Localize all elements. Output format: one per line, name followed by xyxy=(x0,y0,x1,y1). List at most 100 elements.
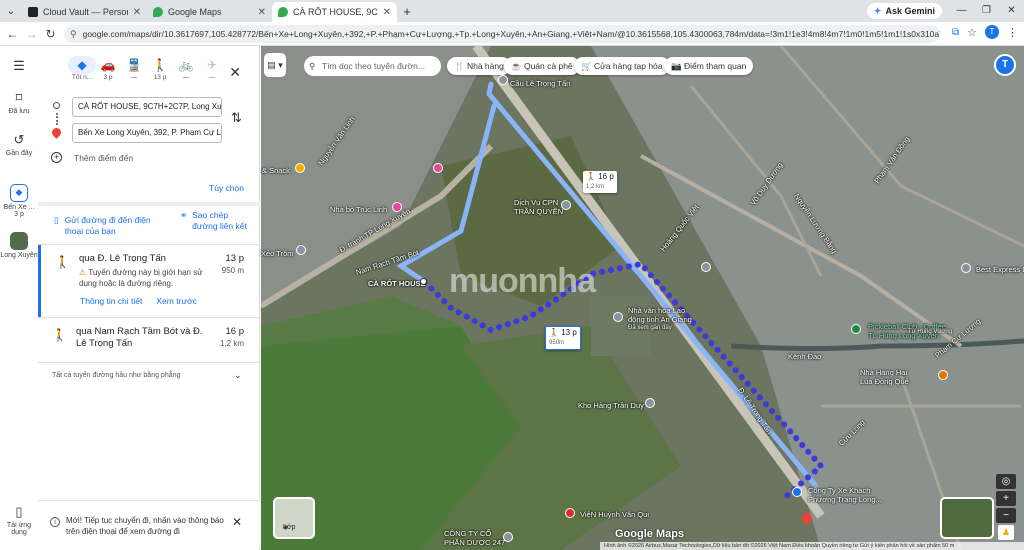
close-window-icon[interactable]: ✕ xyxy=(999,0,1024,22)
poi-marker[interactable] xyxy=(565,508,575,518)
rail-recent-long-xuyen[interactable]: Long Xuyên xyxy=(0,232,38,259)
restore-icon[interactable]: ❐ xyxy=(974,0,999,22)
mode-cycling[interactable]: 🚲 — xyxy=(172,56,200,81)
gemini-icon: ✦ xyxy=(873,5,882,16)
new-tab-icon[interactable]: + xyxy=(397,2,417,22)
tab-carot-house[interactable]: CÀ RỐT HOUSE, 9C7H+2C7P, Lo… ✕ xyxy=(272,2,397,22)
poi-marker[interactable] xyxy=(561,200,571,210)
pegman-icon[interactable]: ♟ xyxy=(998,525,1014,540)
map-label: Công Ty Xe Khách Phương Trang Long... xyxy=(808,486,882,504)
map-canvas[interactable]: muonnha xyxy=(261,46,1024,550)
rail-get-app[interactable]: ▯ Tải ứng dụng xyxy=(0,504,38,536)
route-label-alt[interactable]: 🚶 16 p 1,2 km xyxy=(583,171,617,193)
route-time: 13 p xyxy=(225,253,245,264)
tab-search-chevron-icon[interactable]: ⌄ xyxy=(0,0,22,22)
close-directions-icon[interactable]: ✕ xyxy=(229,64,241,81)
map-label: Dịch Vụ CPN TRẦN QUYỀN xyxy=(514,198,564,216)
map-label: Đã xem gần đây xyxy=(628,325,672,331)
ask-gemini-button[interactable]: ✦ Ask Gemini xyxy=(866,3,942,19)
profile-avatar[interactable]: T xyxy=(985,25,999,39)
chip-grocery[interactable]: 🛒 Cửa hàng tạp hóa xyxy=(574,57,670,75)
zoom-out-icon[interactable]: − xyxy=(996,508,1016,523)
rail-recent[interactable]: ↺ Gần đây xyxy=(0,132,38,157)
poi-marker[interactable] xyxy=(851,324,861,334)
options-button[interactable]: Tùy chọn xyxy=(209,183,244,193)
poi-marker[interactable] xyxy=(961,263,971,273)
route-details-link[interactable]: Thông tin chi tiết xyxy=(80,296,142,306)
mode-transit[interactable]: 🚆 — xyxy=(120,56,148,81)
close-tab-icon[interactable]: ✕ xyxy=(258,7,266,18)
poi-marker[interactable] xyxy=(792,487,802,497)
add-destination-button[interactable]: + Thêm điểm đến xyxy=(51,152,133,163)
forward-icon[interactable]: → xyxy=(22,27,41,41)
url-field[interactable]: ⚲ google.com/maps/dir/10.3617697,105.428… xyxy=(64,25,940,43)
rail-recent-label: Gần đây xyxy=(5,150,33,157)
destination-input[interactable]: Bến Xe Long Xuyên, 392, P. Phạm Cự Lượng xyxy=(72,123,222,143)
poi-marker[interactable] xyxy=(392,202,402,212)
rail-lx-label: Long Xuyên xyxy=(0,252,38,259)
route-preview-link[interactable]: Xem trước xyxy=(156,296,197,306)
close-tab-icon[interactable]: ✕ xyxy=(133,7,141,18)
watermark: muonnha xyxy=(449,262,596,300)
send-to-phone-button[interactable]: ▯ Gửi đường đi đến điện thoại của bạn xyxy=(54,215,164,237)
poi-marker[interactable] xyxy=(701,262,711,272)
poi-marker[interactable] xyxy=(645,398,655,408)
mode-walking[interactable]: 🚶 13 p xyxy=(146,56,174,81)
poi-marker[interactable] xyxy=(938,370,948,380)
map-label: Kho Hàng Trần Duy xyxy=(578,401,644,410)
menu-hamburger-icon[interactable]: ☰ xyxy=(0,58,38,76)
zoom-in-icon[interactable]: + xyxy=(996,491,1016,506)
map-layers-toggle[interactable]: ▤ ▾ xyxy=(264,53,286,77)
poi-marker[interactable] xyxy=(498,75,508,85)
route-label-time: 16 p xyxy=(598,172,614,181)
chip-restaurants[interactable]: 🍴 Nhà hàng xyxy=(447,57,511,75)
chevron-down-icon[interactable]: ⌄ xyxy=(234,370,242,381)
open-in-app-icon[interactable]: ⧉ xyxy=(952,27,959,38)
poi-marker[interactable] xyxy=(295,163,305,173)
bookmark-star-icon[interactable]: ☆ xyxy=(967,26,977,39)
menu-dots-icon[interactable]: ⋮ xyxy=(1007,26,1018,39)
place-thumbnail xyxy=(10,232,28,250)
copy-link-button[interactable]: ⚭ Sao chép đường liên kết xyxy=(180,210,252,232)
origin-input[interactable]: CÀ RỐT HOUSE, 9C7H+2C7P, Long Xuyên xyxy=(72,97,222,117)
mode-driving[interactable]: 🚗 3 p xyxy=(94,56,122,81)
google-maps-logo: Google Maps xyxy=(615,528,685,540)
rail-bx-time: 3 p xyxy=(14,211,24,218)
mode-best[interactable]: ◆ Tốt n... xyxy=(68,56,96,81)
reload-icon[interactable]: ↻ xyxy=(41,27,60,41)
tab-cloud-vault[interactable]: Cloud Vault — Personal Data Cl… ✕ xyxy=(22,2,147,22)
mode-flight[interactable]: ✈ — xyxy=(198,56,226,81)
my-location-icon[interactable]: ◎ xyxy=(996,474,1016,489)
route-option-2[interactable]: 🚶 qua Nam Rạch Tầm Bót và Đ. Lê Trọng Tấ… xyxy=(38,318,260,360)
layers-label: Lớp xyxy=(283,524,296,531)
divider xyxy=(38,362,260,363)
poi-marker[interactable] xyxy=(503,532,513,542)
route-label-selected[interactable]: 🚶 13 p 950m xyxy=(545,326,581,350)
route-option-1[interactable]: 🚶 qua Đ. Lê Trọng Tấn 13 p 950 m ⚠ Tuyến… xyxy=(38,245,260,317)
account-avatar[interactable]: T xyxy=(994,54,1016,76)
chip-attractions[interactable]: 📷 Điểm tham quan xyxy=(664,57,754,75)
route-time: 16 p xyxy=(225,326,245,337)
back-icon[interactable]: ← xyxy=(3,27,22,41)
copy-link-label: Sao chép đường liên kết xyxy=(192,210,247,231)
close-tab-icon[interactable]: ✕ xyxy=(383,7,391,18)
poi-marker[interactable] xyxy=(433,163,443,173)
search-along-route-input[interactable]: ⚲ Tìm dọc theo tuyến đườn... xyxy=(304,56,441,76)
origin-marker[interactable] xyxy=(420,278,427,285)
chip-cafes[interactable]: ☕ Quán cà phê xyxy=(504,57,580,75)
close-tip-icon[interactable]: ✕ xyxy=(232,515,242,529)
site-info-icon[interactable]: ⚲ xyxy=(70,29,77,40)
minimize-icon[interactable]: — xyxy=(949,0,974,22)
poi-marker[interactable] xyxy=(613,312,623,322)
swap-icon[interactable]: ⇅ xyxy=(231,110,242,126)
rail-recent-bus-station[interactable]: ◆ Bến Xe ... 3 p xyxy=(0,184,38,218)
origin-dot-icon xyxy=(53,102,60,109)
rail-saved[interactable]: ⌑ Đã lưu xyxy=(0,90,38,115)
chip-label: Điểm tham quan xyxy=(683,61,747,71)
zoom-controls: ◎ + − xyxy=(996,474,1016,523)
tab-google-maps[interactable]: Google Maps ✕ xyxy=(147,2,272,22)
layers-button[interactable]: ◈ Lớp xyxy=(273,497,315,539)
globe-view-button[interactable] xyxy=(940,497,994,539)
poi-marker[interactable] xyxy=(296,245,306,255)
restaurant-icon: 🍴 xyxy=(454,61,465,71)
